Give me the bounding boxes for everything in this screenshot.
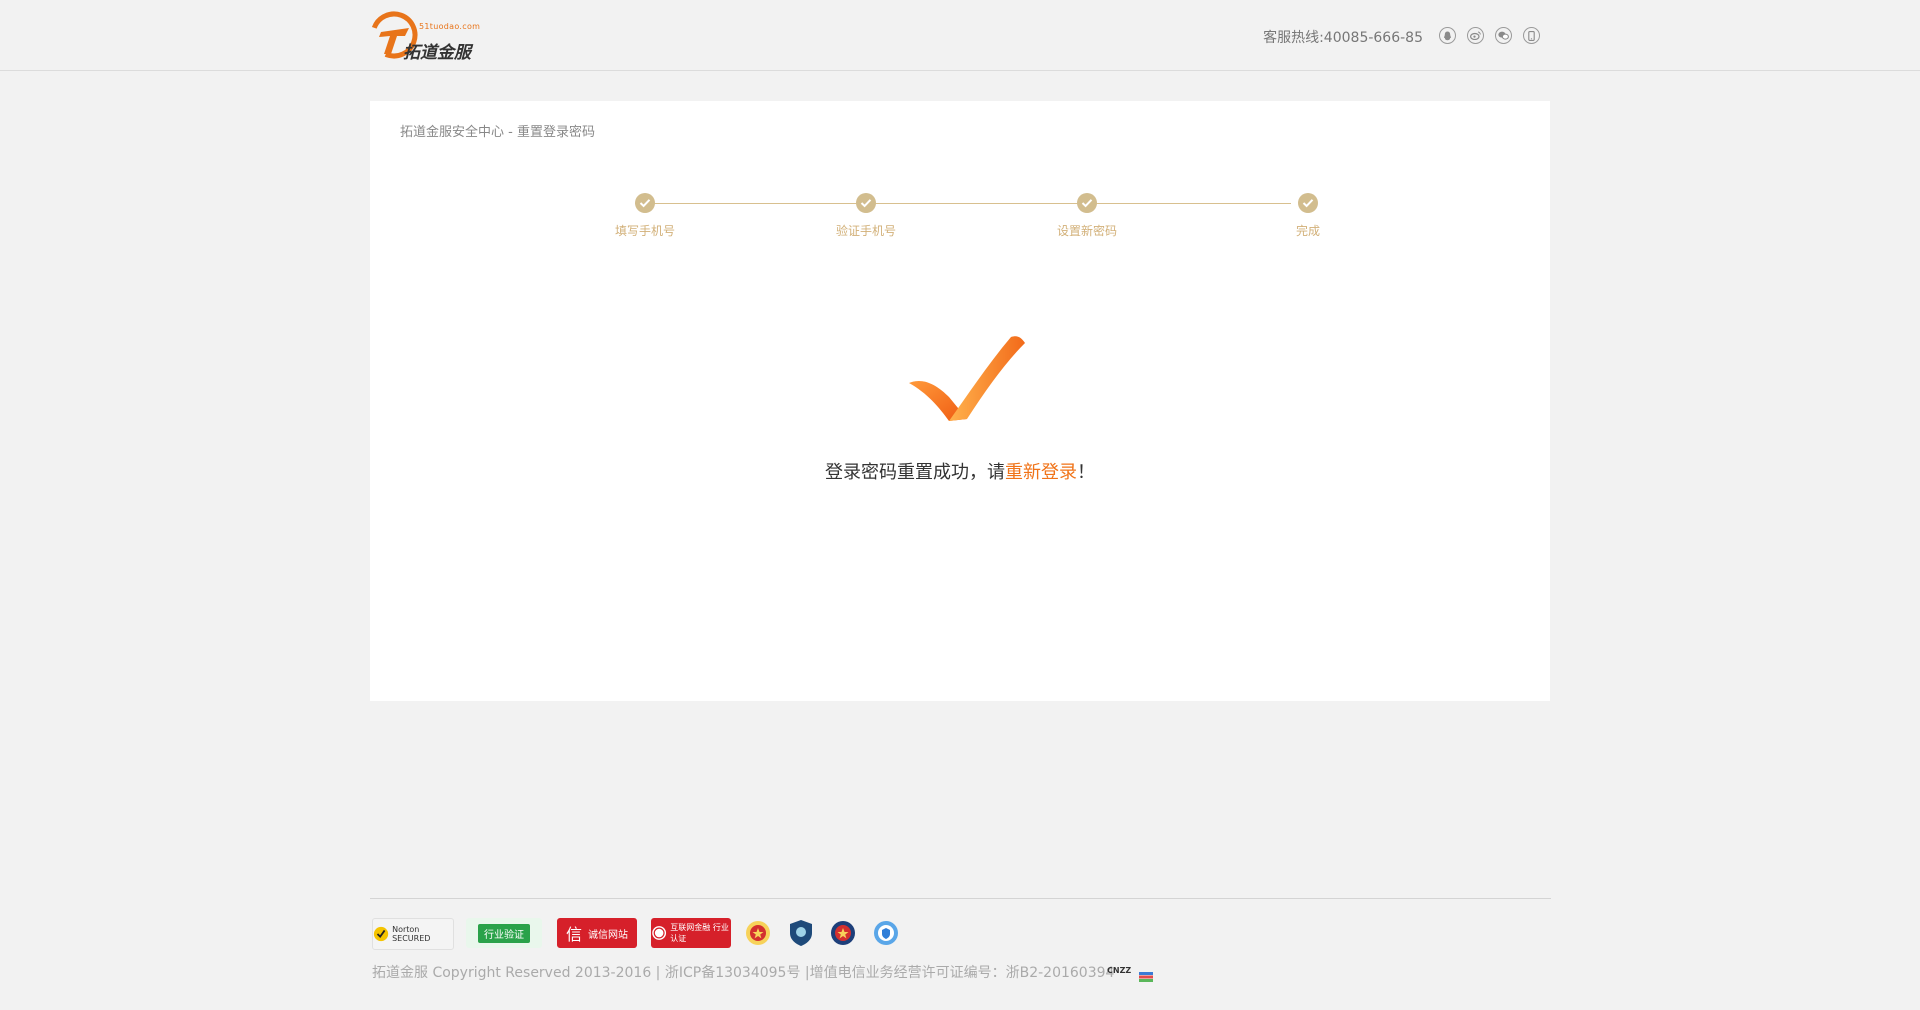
message-prefix: 登录密码重置成功，请 xyxy=(825,462,1005,483)
customer-hotline: 客服热线:40085-666-85 xyxy=(1263,30,1423,46)
police-badge-2[interactable] xyxy=(828,918,858,948)
qq-icon[interactable] xyxy=(1439,27,1456,44)
success-check-icon xyxy=(909,335,1029,435)
success-message: 登录密码重置成功，请重新登录！ xyxy=(370,458,1550,484)
mobile-icon[interactable] xyxy=(1523,27,1540,44)
step-label: 设置新密码 xyxy=(1056,224,1117,238)
police-badge-1[interactable] xyxy=(743,918,773,948)
header: 51tuodao.com 拓道金服 客服热线:40085-666-85 xyxy=(0,0,1920,71)
industry-verified-badge[interactable]: 行业验证 xyxy=(466,918,542,948)
step-label: 完成 xyxy=(1295,224,1320,238)
check-icon xyxy=(635,193,655,213)
globe-icon xyxy=(652,926,667,940)
shield-badge[interactable] xyxy=(786,918,816,948)
message-suffix: ！ xyxy=(1077,462,1095,483)
badge-text: 诚信网站 xyxy=(588,929,628,941)
stats-flag-icon[interactable] xyxy=(1139,967,1153,982)
breadcrumb: 拓道金服安全中心 - 重置登录密码 xyxy=(400,125,595,140)
step-label: 验证手机号 xyxy=(835,224,896,238)
relogin-link[interactable]: 重新登录 xyxy=(1005,462,1077,483)
internet-finance-badge[interactable]: 互联网金融 行业认证 xyxy=(651,918,731,948)
norton-secured-badge[interactable]: Norton SECURED xyxy=(372,918,454,950)
reset-password-card: 拓道金服安全中心 - 重置登录密码 填写手机号 验证手机号 设置新密码 完成 登… xyxy=(370,101,1550,701)
progress-stepper: 填写手机号 验证手机号 设置新密码 完成 xyxy=(615,193,1320,243)
badge-text: Norton SECURED xyxy=(392,925,431,943)
wechat-icon[interactable] xyxy=(1495,27,1512,44)
trusted-website-badge[interactable]: 信 诚信网站 xyxy=(557,918,637,948)
weibo-icon[interactable] xyxy=(1467,27,1484,44)
step-label: 填写手机号 xyxy=(614,224,675,238)
cnzz-stats-link[interactable]: CNZZ xyxy=(1107,966,1131,975)
badge-text: 行业验证 xyxy=(478,923,530,943)
logo-domain: 51tuodao.com xyxy=(419,22,481,31)
footer-divider xyxy=(370,898,1551,899)
copyright-text: 拓道金服 Copyright Reserved 2013-2016 | 浙ICP… xyxy=(372,965,1115,981)
check-icon xyxy=(1298,193,1318,213)
check-icon xyxy=(856,193,876,213)
badge-text: 互联网金融 行业认证 xyxy=(670,923,729,943)
logo-name: 拓道金服 xyxy=(403,43,471,63)
xin-icon: 信 xyxy=(565,925,582,944)
security-badge[interactable] xyxy=(871,918,901,948)
stepper-line xyxy=(635,203,1291,204)
social-links xyxy=(1439,27,1540,44)
check-icon xyxy=(1077,193,1097,213)
